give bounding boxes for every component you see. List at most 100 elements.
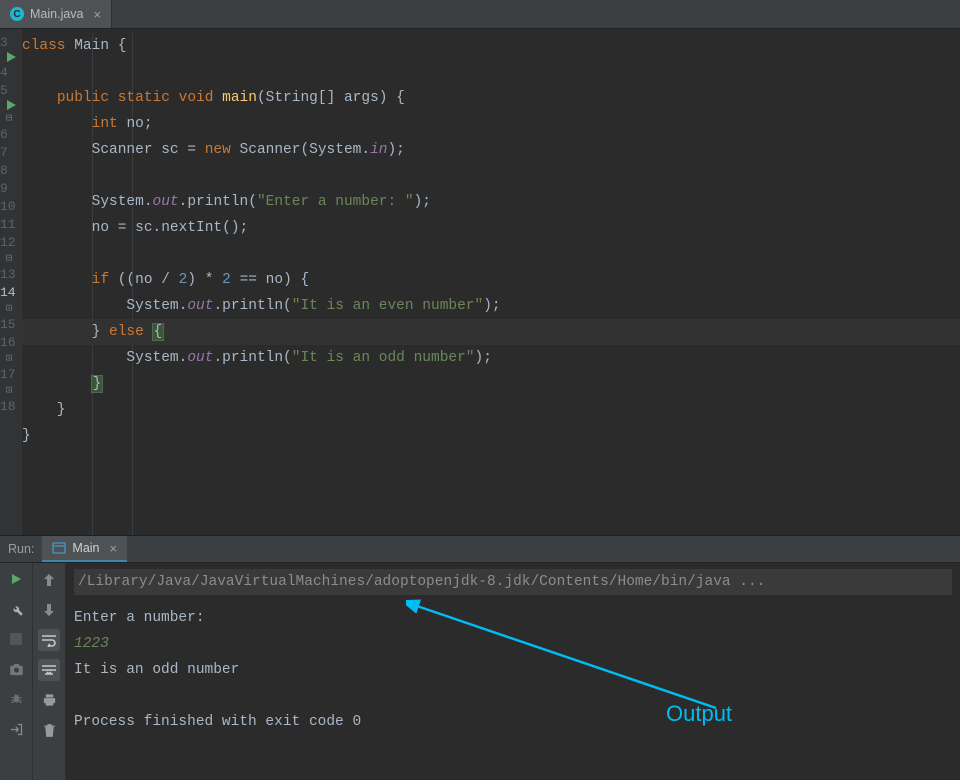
- close-icon[interactable]: ×: [94, 8, 102, 21]
- code-line[interactable]: }: [22, 371, 960, 397]
- token-num: 2: [179, 272, 188, 288]
- token-str: "Enter a number: ": [257, 194, 414, 210]
- arrow-up-icon[interactable]: [38, 569, 60, 591]
- code-line[interactable]: System.out.println("It is an odd number"…: [22, 345, 960, 371]
- run-gutter-icon[interactable]: [0, 51, 22, 63]
- code-line[interactable]: System.out.println("Enter a number: ");: [22, 189, 960, 215]
- exit-icon[interactable]: [6, 719, 26, 739]
- code-line[interactable]: Scanner sc = new Scanner(System.in);: [22, 137, 960, 163]
- token-pln: .println(: [179, 194, 257, 210]
- java-class-icon: C: [10, 7, 24, 21]
- run-tool-window: Run: Main ×: [0, 535, 960, 780]
- fold-icon[interactable]: ⊟: [0, 111, 18, 125]
- code-line[interactable]: System.out.println("It is an even number…: [22, 293, 960, 319]
- soft-wrap-icon[interactable]: [38, 629, 60, 651]
- token-pln: System.: [22, 350, 187, 366]
- line-number: 9: [0, 181, 14, 196]
- token-pln: [22, 116, 92, 132]
- token-str: "It is an even number": [292, 298, 483, 314]
- line-number: 11: [0, 217, 22, 232]
- code-line[interactable]: }: [22, 397, 960, 423]
- rerun-icon[interactable]: [6, 569, 26, 589]
- code-line[interactable]: }: [22, 423, 960, 449]
- application-icon: [52, 541, 66, 555]
- token-pln: Scanner sc =: [22, 142, 205, 158]
- line-number: 12: [0, 235, 22, 250]
- code-line[interactable]: int no;: [22, 111, 960, 137]
- wrench-icon[interactable]: [6, 599, 26, 619]
- line-number: 7: [0, 145, 14, 160]
- token-pln: }: [22, 428, 31, 444]
- gutter-row: 16⊡: [0, 333, 22, 365]
- run-mid-toolbar: [33, 563, 66, 780]
- stop-icon[interactable]: [6, 629, 26, 649]
- token-kw: else: [109, 324, 153, 340]
- console-result-line: It is an odd number: [74, 657, 952, 683]
- token-pln: Main {: [74, 38, 126, 54]
- fold-icon[interactable]: ⊡: [0, 301, 18, 315]
- token-pln: [22, 376, 92, 392]
- token-hl-brace: }: [91, 375, 104, 393]
- token-pln: ) *: [187, 272, 222, 288]
- token-pln: ((no /: [118, 272, 179, 288]
- editor-gutter: 345⊟6789101112⊟1314⊡1516⊡17⊡18: [0, 29, 22, 535]
- gutter-row: 9: [0, 179, 22, 197]
- arrow-down-icon[interactable]: [38, 599, 60, 621]
- code-line[interactable]: [22, 241, 960, 267]
- editor-tabbar: C Main.java ×: [0, 0, 960, 29]
- code-area[interactable]: class Main { public static void main(Str…: [22, 29, 960, 535]
- token-pln: no;: [126, 116, 152, 132]
- token-kw: new: [205, 142, 240, 158]
- token-pln: );: [483, 298, 500, 314]
- gutter-row: 8: [0, 161, 22, 179]
- code-line[interactable]: [22, 59, 960, 85]
- token-fld: out: [187, 350, 213, 366]
- console-output[interactable]: /Library/Java/JavaVirtualMachines/adopto…: [66, 563, 960, 780]
- gutter-row: 10: [0, 197, 22, 215]
- fold-icon[interactable]: ⊡: [0, 351, 18, 365]
- scroll-to-end-icon[interactable]: [38, 659, 60, 681]
- code-editor[interactable]: 345⊟6789101112⊟1314⊡1516⊡17⊡18 class Mai…: [0, 29, 960, 535]
- line-number: 18: [0, 399, 22, 414]
- token-pln: (String[] args) {: [257, 90, 405, 106]
- token-fld: out: [153, 194, 179, 210]
- token-pln: [22, 90, 57, 106]
- code-line[interactable]: public static void main(String[] args) {: [22, 85, 960, 111]
- camera-icon[interactable]: [6, 659, 26, 679]
- code-line[interactable]: if ((no / 2) * 2 == no) {: [22, 267, 960, 293]
- token-pln: }: [22, 324, 109, 340]
- gutter-row: 5⊟: [0, 81, 22, 125]
- code-line[interactable]: no = sc.nextInt();: [22, 215, 960, 241]
- gutter-row: 18: [0, 397, 22, 415]
- tab-main-java[interactable]: C Main.java ×: [0, 0, 112, 28]
- run-left-toolbar: [0, 563, 33, 780]
- line-number: 8: [0, 163, 14, 178]
- gutter-row: 15: [0, 315, 22, 333]
- token-fld: out: [187, 298, 213, 314]
- code-line[interactable]: class Main {: [22, 33, 960, 59]
- tab-filename: Main.java: [30, 7, 84, 21]
- line-number: 16: [0, 335, 22, 350]
- trash-icon[interactable]: [38, 719, 60, 741]
- fold-icon[interactable]: ⊟: [0, 251, 18, 265]
- print-icon[interactable]: [38, 689, 60, 711]
- run-gutter-icon[interactable]: [0, 99, 22, 111]
- line-number: 6: [0, 127, 14, 142]
- gutter-row: 4: [0, 63, 22, 81]
- token-fld: in: [370, 142, 387, 158]
- line-number: 5: [0, 83, 14, 98]
- token-hl-brace: {: [152, 323, 165, 341]
- close-icon[interactable]: ×: [110, 541, 118, 556]
- code-line[interactable]: [22, 163, 960, 189]
- token-pln: .println(: [213, 350, 291, 366]
- fold-icon[interactable]: ⊡: [0, 383, 18, 397]
- token-pln: );: [475, 350, 492, 366]
- bug-icon[interactable]: [6, 689, 26, 709]
- token-kw: if: [92, 272, 118, 288]
- run-config-tab[interactable]: Main ×: [42, 536, 127, 562]
- token-fn: main: [222, 90, 257, 106]
- run-config-name: Main: [72, 541, 99, 555]
- code-line[interactable]: } else {: [22, 319, 960, 345]
- token-str: "It is an odd number": [292, 350, 475, 366]
- gutter-row: 3: [0, 33, 22, 63]
